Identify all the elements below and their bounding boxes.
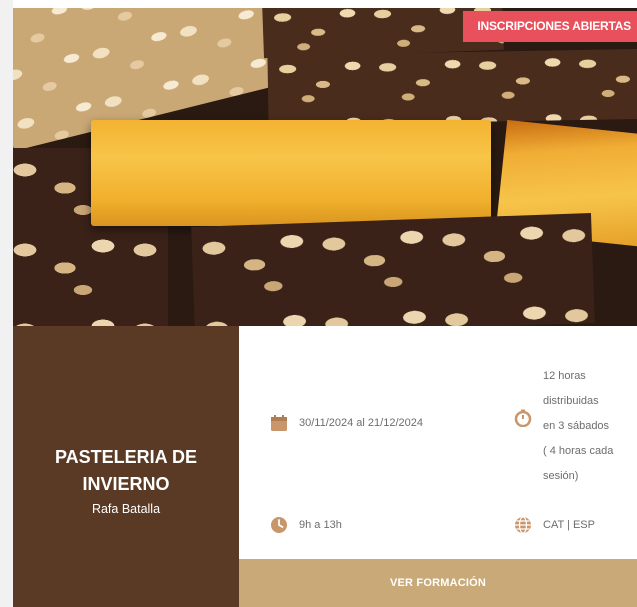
nougat-piece-top-right bbox=[267, 48, 637, 126]
course-hero-image: INSCRIPCIONES ABIERTAS bbox=[13, 8, 637, 326]
course-details-panel: 30/11/2024 al 21/12/2024 12 horas distri… bbox=[239, 326, 637, 559]
course-schedule: 9h a 13h bbox=[270, 513, 342, 538]
page-left-edge bbox=[0, 0, 13, 607]
course-dates-text: 30/11/2024 al 21/12/2024 bbox=[299, 417, 423, 429]
course-language: CAT | ESP bbox=[514, 513, 595, 538]
view-course-button[interactable]: VER FORMACIÓN bbox=[239, 559, 637, 607]
course-duration-text: 12 horas distribuidas en 3 sábados ( 4 h… bbox=[543, 370, 614, 482]
course-title: PASTELERIA DE INVIERNO bbox=[54, 447, 197, 494]
clock-icon bbox=[271, 517, 287, 533]
calendar-icon bbox=[271, 415, 287, 431]
instructor-name: Rafa Batalla bbox=[91, 502, 161, 516]
course-schedule-text: 9h a 13h bbox=[299, 519, 342, 531]
course-language-text: CAT | ESP bbox=[543, 519, 595, 531]
timer-icon bbox=[514, 409, 532, 427]
course-duration: 12 horas distribuidas en 3 sábados ( 4 h… bbox=[514, 364, 613, 489]
course-card[interactable]: INSCRIPCIONES ABIERTAS PASTELERIA DE INV… bbox=[13, 8, 637, 607]
course-title-panel: PASTELERIA DE INVIERNO Rafa Batalla bbox=[13, 326, 239, 607]
globe-icon bbox=[515, 516, 531, 534]
status-badge: INSCRIPCIONES ABIERTAS bbox=[463, 11, 637, 42]
chocolate-bar-bottom bbox=[191, 213, 595, 326]
course-dates: 30/11/2024 al 21/12/2024 bbox=[270, 411, 423, 436]
yellow-cake-block bbox=[91, 120, 491, 226]
